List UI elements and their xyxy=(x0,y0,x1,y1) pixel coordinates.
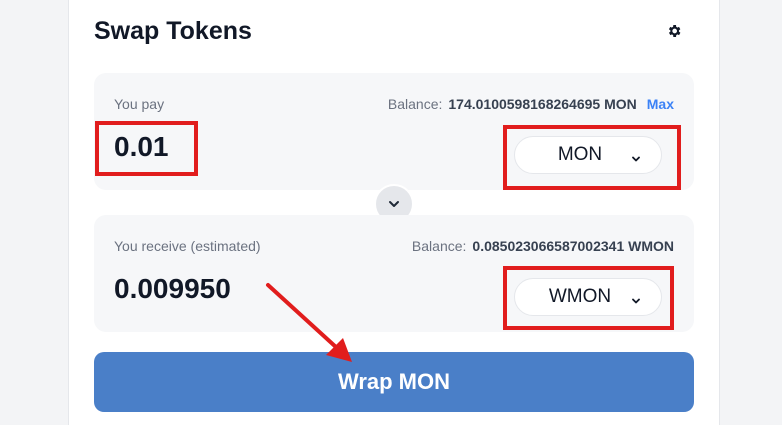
pay-balance-value: 174.0100598168264695 MON xyxy=(448,96,637,112)
pay-balance-label: Balance: xyxy=(387,96,443,112)
highlight-box-pay-token xyxy=(503,125,681,190)
receive-balance: Balance: 0.085023066587002341 WMON xyxy=(412,238,674,254)
highlight-box-amount xyxy=(95,121,198,176)
chevron-down-icon xyxy=(389,201,399,207)
gear-icon[interactable] xyxy=(663,20,685,42)
receive-amount: 0.009950 xyxy=(114,273,231,304)
receive-balance-value: 0.085023066587002341 WMON xyxy=(472,238,674,254)
receive-balance-label: Balance: xyxy=(411,238,467,254)
receive-label: You receive (estimated) xyxy=(114,238,261,254)
swap-card: Swap Tokens You pay Balance: 174.01005981… xyxy=(68,0,720,425)
pay-balance: Balance: 174.0100598168264695 MON Max xyxy=(388,96,674,112)
wrap-button[interactable]: Wrap MON xyxy=(94,352,694,412)
pay-label: You pay xyxy=(114,96,165,112)
page-title: Swap Tokens xyxy=(94,17,252,45)
max-button[interactable]: Max xyxy=(647,96,674,112)
highlight-box-receive-token xyxy=(503,266,674,330)
